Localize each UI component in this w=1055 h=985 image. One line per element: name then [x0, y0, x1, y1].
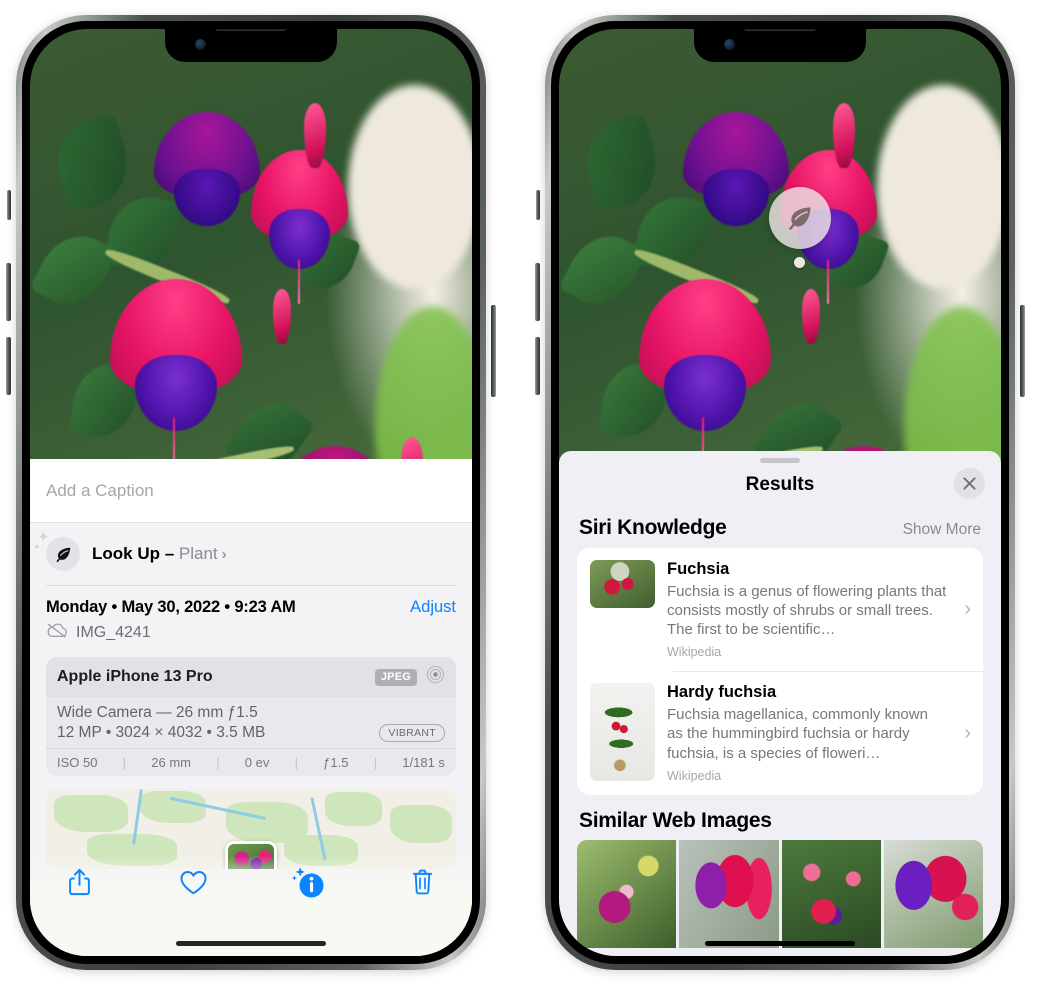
left-phone-screen: Add a Caption ✦ ✦ Look Up – Plant › Mond…: [30, 29, 472, 956]
look-up-title: Look Up: [92, 544, 160, 563]
earpiece-speaker: [744, 29, 816, 31]
trash-icon: [413, 869, 433, 895]
photo-toolbar: [30, 854, 472, 910]
result-source: Wikipedia: [667, 645, 722, 660]
format-badge: JPEG: [374, 668, 417, 686]
filename-row: IMG_4241: [30, 617, 472, 643]
exif-focal: 26 mm: [151, 755, 191, 770]
web-image-3[interactable]: [781, 839, 881, 948]
show-more-button[interactable]: Show More: [903, 521, 981, 539]
similar-web-images-header: Similar Web Images: [559, 795, 1001, 840]
front-camera: [724, 39, 735, 50]
chevron-right-icon: ›: [221, 546, 227, 563]
exif-iso: ISO 50: [57, 755, 98, 770]
result-title: Fuchsia: [667, 560, 730, 578]
sparkles-small-icon: ✦: [33, 542, 41, 552]
chevron-right-icon: ›: [964, 598, 971, 621]
notch: [165, 29, 337, 62]
info-button[interactable]: [285, 862, 331, 902]
look-up-dash: –: [160, 544, 179, 563]
siri-knowledge-header: Siri Knowledge Show More: [559, 507, 1001, 548]
volume-up-button[interactable]: [535, 263, 540, 321]
fuchsia-thumbnail: [590, 560, 655, 608]
web-image-1[interactable]: [577, 839, 677, 948]
right-phone-bezel: Results Siri Knowledge Show More Fuchsia…: [551, 21, 1009, 964]
front-camera: [195, 39, 206, 50]
photo-date: Monday • May 30, 2022 • 9:23 AM: [46, 598, 296, 616]
results-title: Results: [745, 474, 815, 495]
heart-icon: [180, 870, 207, 894]
close-button[interactable]: [954, 468, 985, 499]
results-header: Results: [559, 463, 1001, 507]
results-sheet: Results Siri Knowledge Show More Fuchsia…: [559, 451, 1001, 956]
silent-switch[interactable]: [7, 190, 11, 220]
home-indicator[interactable]: [705, 941, 855, 946]
similar-web-images-strip[interactable]: [577, 839, 983, 948]
list-item[interactable]: Fuchsia Fuchsia is a genus of flowering …: [577, 548, 983, 671]
date-row: Monday • May 30, 2022 • 9:23 AM Adjust: [30, 586, 472, 617]
left-phone-bezel: Add a Caption ✦ ✦ Look Up – Plant › Mond…: [22, 21, 480, 964]
camera-card-body: Wide Camera — 26 mm ƒ1.5 12 MP • 3024 × …: [46, 697, 456, 748]
silent-switch[interactable]: [536, 190, 540, 220]
icloud-slash-icon: [46, 622, 68, 643]
volume-down-button[interactable]: [6, 337, 11, 395]
caption-input[interactable]: Add a Caption: [46, 481, 154, 501]
delete-button[interactable]: [400, 862, 446, 902]
camera-card-header: Apple iPhone 13 Pro JPEG: [46, 657, 456, 697]
close-icon: [963, 477, 976, 490]
result-title: Hardy fuchsia: [667, 683, 777, 702]
earpiece-speaker: [215, 29, 287, 31]
right-phone-screen: Results Siri Knowledge Show More Fuchsia…: [559, 29, 1001, 956]
exif-sep-3: |: [294, 755, 298, 770]
exif-sep-2: |: [216, 755, 220, 770]
power-button[interactable]: [1020, 305, 1025, 397]
result-description: Fuchsia is a genus of flowering plants t…: [667, 582, 947, 639]
visual-look-up-badge[interactable]: [769, 187, 831, 249]
lens-info: Wide Camera — 26 mm ƒ1.5: [57, 704, 258, 721]
info-sparkles-icon: [291, 865, 325, 899]
screenshot-stage: Add a Caption ✦ ✦ Look Up – Plant › Mond…: [0, 0, 1055, 985]
subject-dot-indicator: [794, 257, 805, 268]
chevron-right-icon: ›: [964, 721, 971, 744]
leaf-icon: ✦ ✦: [33, 530, 80, 571]
web-image-4[interactable]: [883, 839, 983, 948]
siri-knowledge-list: Fuchsia Fuchsia is a genus of flowering …: [577, 548, 983, 795]
share-icon: [68, 868, 90, 896]
photo-filename: IMG_4241: [76, 623, 151, 641]
camera-device-name: Apple iPhone 13 Pro: [57, 668, 213, 685]
camera-info-card[interactable]: Apple iPhone 13 Pro JPEG Wide Camera — 2…: [46, 657, 456, 776]
leaf-icon: [789, 207, 811, 230]
notch: [694, 29, 866, 62]
similar-web-images-title: Similar Web Images: [579, 808, 772, 832]
look-up-label: Look Up – Plant ›: [92, 544, 227, 564]
web-image-2[interactable]: [679, 839, 779, 948]
volume-up-button[interactable]: [6, 263, 11, 321]
left-iphone-device: Add a Caption ✦ ✦ Look Up – Plant › Mond…: [6, 15, 496, 970]
exif-sep-1: |: [122, 755, 127, 770]
photographic-style-badge: VIBRANT: [379, 724, 445, 742]
result-source: Wikipedia: [667, 768, 722, 783]
caption-field-row[interactable]: Add a Caption: [30, 459, 472, 523]
result-description: Fuchsia magellanica, commonly known as t…: [667, 706, 928, 762]
exif-ev: 0 ev: [244, 755, 270, 770]
exif-shutter: 1/181 s: [402, 755, 445, 770]
power-button[interactable]: [491, 305, 496, 397]
volume-down-button[interactable]: [535, 337, 540, 395]
list-item[interactable]: Hardy fuchsia Fuchsia magellanica, commo…: [577, 671, 983, 794]
share-button[interactable]: [56, 862, 102, 902]
look-up-subject: Plant: [178, 544, 218, 563]
specs-row: 12 MP • 3024 × 4032 • 3.5 MB VIBRANT: [57, 724, 445, 742]
siri-knowledge-title: Siri Knowledge: [579, 516, 727, 539]
exif-aperture: ƒ1.5: [323, 755, 349, 770]
camera-aperture-icon: [426, 665, 445, 689]
home-indicator[interactable]: [176, 941, 326, 946]
right-iphone-device: Results Siri Knowledge Show More Fuchsia…: [535, 15, 1025, 970]
exif-sep-4: |: [373, 755, 378, 770]
photo-specs: 12 MP • 3024 × 4032 • 3.5 MB: [57, 724, 266, 741]
favorite-button[interactable]: [171, 862, 217, 902]
exif-row: ISO 50 | 26 mm | 0 ev | ƒ1.5 | 1/181 s: [46, 748, 456, 776]
hardy-fuchsia-thumbnail: [590, 683, 655, 782]
adjust-button[interactable]: Adjust: [410, 598, 456, 617]
look-up-row[interactable]: ✦ ✦ Look Up – Plant ›: [30, 523, 472, 585]
